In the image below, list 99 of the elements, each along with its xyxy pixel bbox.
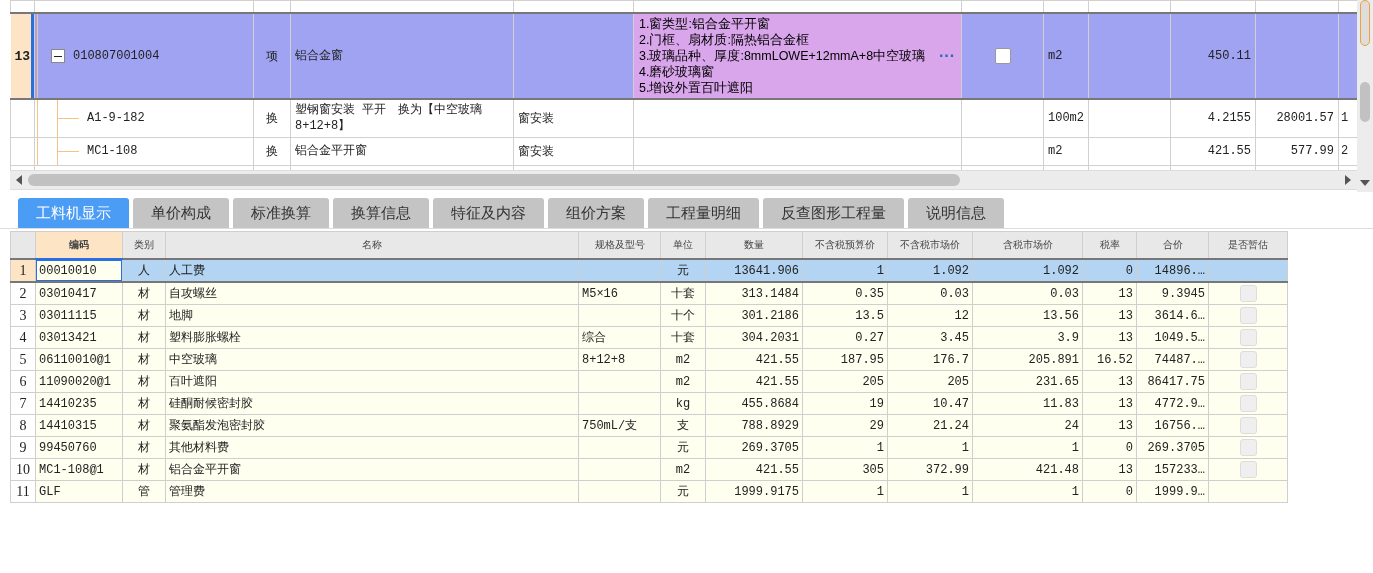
table-cell: 铝合金平开窗: [165, 458, 579, 481]
column-header[interactable]: 税率: [1082, 231, 1137, 259]
table-row[interactable]: 2 03010417 材 自攻螺丝 M5×16 十套 313.1484 0.35 0.03 0.03 13 9.3945: [10, 282, 1288, 305]
table-cell: 自攻螺丝: [165, 282, 579, 305]
table-cell: 塑钢窗安装 平开 换为【中空玻璃8+12+8】: [290, 99, 514, 137]
feature-line: 3.玻璃品种、厚度:8mmLOWE+12mmA+8中空玻璃: [639, 48, 927, 64]
item-code: A1-9-182: [87, 111, 145, 126]
feature-line: 5.增设外置百叶遮阳: [639, 80, 755, 96]
type-cell: 换: [253, 99, 291, 137]
tab[interactable]: 组价方案: [548, 198, 644, 228]
down-arrow-icon[interactable]: [1360, 180, 1370, 186]
table-row[interactable]: 11 GLF 管 管理费 元 1999.9175 1 1 1 0 1999.9…: [10, 480, 1288, 503]
feature-line: 4.磨砂玻璃窗: [639, 64, 716, 80]
table-cell: m2: [1043, 137, 1089, 165]
table-row[interactable]: 8 14410315 材 聚氨酯发泡密封胶 750mL/支 支 788.8929 29 21.24 24 13 16756.…: [10, 414, 1288, 437]
table-cell: 13641.906: [705, 259, 803, 282]
horizontal-scrollbar[interactable]: [10, 170, 1357, 190]
table-cell: 中空玻璃: [165, 348, 579, 371]
row-number: 10: [10, 458, 36, 481]
table-cell: 1.092: [972, 259, 1083, 282]
checkbox[interactable]: [994, 48, 1011, 64]
table-cell: 其他材料费: [165, 436, 579, 459]
type-cell: 换: [253, 137, 291, 165]
row-number: 6: [10, 370, 36, 393]
table-cell: 14896.…: [1136, 259, 1209, 282]
table-cell: 窗安装: [513, 137, 634, 165]
column-header[interactable]: 不含税预算价: [802, 231, 888, 259]
table-cell: 1.092: [887, 259, 973, 282]
table-cell: 铝合金窗: [290, 13, 514, 99]
tab[interactable]: 标准换算: [233, 198, 329, 228]
table-row[interactable]: 6 11090020@1 材 百叶遮阳 m2 421.55 205 205 231.65 13 86417.75: [10, 370, 1288, 393]
row-number: 11: [10, 480, 36, 503]
table-cell: 28001.57: [1255, 99, 1339, 137]
column-header[interactable]: 单位: [660, 231, 706, 259]
table-cell: m2: [1043, 13, 1089, 99]
scrollbar-thumb[interactable]: [28, 174, 960, 186]
column-header[interactable]: 名称: [165, 231, 579, 259]
row-number: 9: [10, 436, 36, 459]
table-row[interactable]: A1-9-182 换 塑钢窗安装 平开 换为【中空玻璃8+12+8】 窗安装 100m2 4.2155 28001.57 1: [10, 99, 1357, 137]
tab[interactable]: 反查图形工程量: [763, 198, 904, 228]
column-header[interactable]: 是否暂估: [1208, 231, 1288, 259]
table-cell: 421.55: [1170, 137, 1256, 165]
tab[interactable]: 说明信息: [908, 198, 1004, 228]
table-cell: 百叶遮阳: [165, 370, 579, 393]
table-cell: 窗安装: [513, 99, 634, 137]
column-header[interactable]: 合价: [1136, 231, 1209, 259]
tab[interactable]: 特征及内容: [433, 198, 544, 228]
column-header[interactable]: 数量: [705, 231, 803, 259]
table-row[interactable]: MC1-108 换 铝合金平开窗 窗安装 m2 421.55 577.99 2: [10, 137, 1357, 165]
row-number: 3: [10, 304, 36, 327]
tab[interactable]: 单价构成: [133, 198, 229, 228]
table-cell: 0: [1082, 259, 1137, 282]
table-cell: 1: [802, 259, 888, 282]
table-row[interactable]: 1 00010010 人 人工费 元 13641.906 1 1.092 1.092 0 14896.…: [10, 259, 1288, 282]
item-code: 010807001004: [73, 49, 160, 63]
table-row[interactable]: 4 03013421 材 塑料膨胀螺栓 综合 十套 304.2031 0.27 3.45 3.9 13 1049.5…: [10, 326, 1288, 349]
column-header[interactable]: 类别: [122, 231, 166, 259]
feature-line: 2.门框、扇材质:隔热铝合金框: [639, 32, 810, 48]
table-cell: 管理费: [165, 480, 579, 503]
table-cell: 4.2155: [1170, 99, 1256, 137]
table-row[interactable]: 10 MC1-108@1 材 铝合金平开窗 m2 421.55 305 372.99 421.48 13 157233…: [10, 458, 1288, 481]
row-number: 5: [10, 348, 36, 371]
column-header[interactable]: 规格及型号: [578, 231, 661, 259]
feature-line: 1.窗类型:铝合金平开窗: [639, 16, 771, 32]
row-number: 4: [10, 326, 36, 349]
row-number: 8: [10, 414, 36, 437]
table-cell: 人: [122, 259, 166, 282]
right-arrow-icon[interactable]: [1345, 175, 1351, 185]
table-cell: 塑料膨胀螺栓: [165, 326, 579, 349]
row-number: 1: [10, 259, 36, 282]
scrollbar-thumb[interactable]: [1360, 82, 1370, 122]
table-cell: 元: [660, 259, 706, 282]
row-number: 7: [10, 392, 36, 415]
row-number: 2: [10, 282, 36, 305]
item-code: MC1-108: [87, 144, 138, 158]
table-row[interactable]: 7 14410235 材 硅酮耐候密封胶 kg 455.8684 19 10.47 11.83 13 4772.9…: [10, 392, 1288, 415]
table-cell: 100m2: [1043, 99, 1089, 137]
table-cell: 人工费: [165, 259, 579, 282]
column-header[interactable]: 编码: [35, 231, 123, 259]
table-cell: 地脚: [165, 304, 579, 327]
table-cell: 铝合金平开窗: [290, 137, 514, 165]
scrollbar-thumb[interactable]: [1360, 0, 1370, 46]
left-arrow-icon[interactable]: [16, 175, 22, 185]
table-row[interactable]: 9 99450760 材 其他材料费 元 269.3705 1 1 1 0 269.3705: [10, 436, 1288, 459]
table-cell: 聚氨酯发泡密封胶: [165, 414, 579, 437]
tab[interactable]: 换算信息: [333, 198, 429, 228]
column-header[interactable]: 含税市场价: [972, 231, 1083, 259]
table-row[interactable]: 13 010807001004 项 铝合金窗 1.窗类型:铝合金平开窗 2.门框、扇材质:隔热铝合金框 3.玻璃品种、厚度:8mmLOWE+12mmA+8中空玻璃 4.磨砂玻璃窗 5.增设外置百叶遮阳 ··· m2 450.11: [10, 13, 1357, 99]
table-cell: 577.99: [1255, 137, 1339, 165]
vertical-scrollbar[interactable]: [1357, 0, 1373, 192]
tab[interactable]: 工程量明细: [648, 198, 759, 228]
table-row[interactable]: 5 06110010@1 材 中空玻璃 8+12+8 m2 421.55 187.95 176.7 205.891 16.52 74487.…: [10, 348, 1288, 371]
table-cell: 450.11: [1170, 13, 1256, 99]
collapse-icon[interactable]: [51, 49, 65, 63]
type-cell: 项: [253, 13, 291, 99]
column-header[interactable]: 不含税市场价: [887, 231, 973, 259]
table-cell: 硅酮耐候密封胶: [165, 392, 579, 415]
row-number: 13: [10, 13, 35, 99]
table-row[interactable]: 3 03011115 材 地脚 十个 301.2186 13.5 12 13.56 13 3614.6…: [10, 304, 1288, 327]
